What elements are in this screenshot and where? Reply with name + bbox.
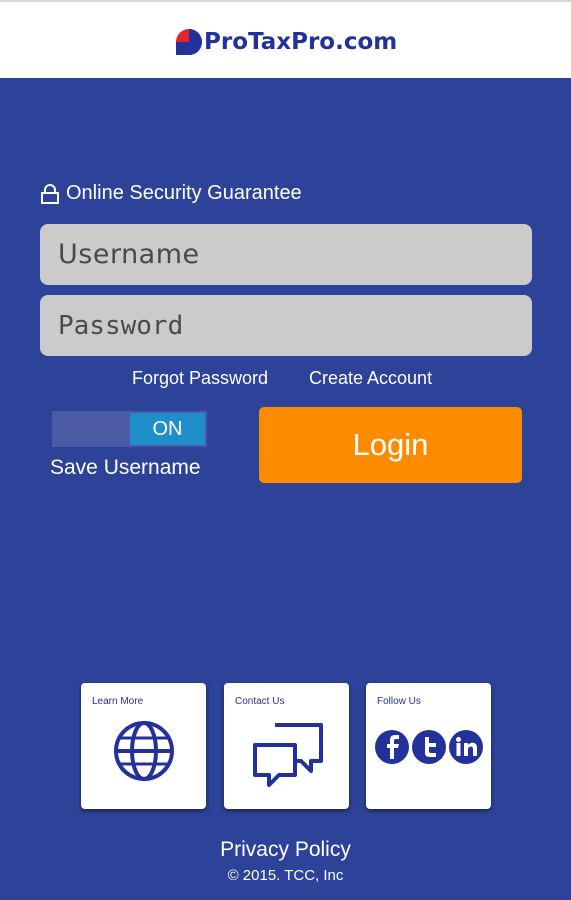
password-input[interactable] (56, 309, 532, 342)
logo-text: ProTaxPro.com (204, 29, 398, 55)
privacy-policy-link[interactable]: Privacy Policy (0, 838, 571, 862)
chat-icon (253, 723, 323, 787)
logo-mark-icon (176, 29, 202, 55)
logo: ProTaxPro.com (175, 24, 397, 60)
facebook-icon (375, 730, 409, 764)
password-field[interactable] (40, 295, 532, 356)
contact-us-label: Contact Us (235, 696, 285, 707)
toggle-on-label: ON (130, 413, 205, 445)
twitter-icon (412, 730, 446, 764)
forgot-password-link[interactable]: Forgot Password (132, 368, 268, 389)
save-username-label: Save Username (50, 456, 201, 479)
login-panel: Online Security Guarantee Forgot Passwor… (0, 78, 571, 900)
app-header: ProTaxPro.com (0, 0, 571, 78)
social-icons (375, 730, 483, 764)
learn-more-tile[interactable]: Learn More (81, 683, 206, 809)
username-field[interactable] (40, 224, 532, 285)
linkedin-icon (449, 730, 483, 764)
globe-icon (114, 721, 174, 781)
follow-us-tile[interactable]: Follow Us (366, 683, 491, 809)
login-button[interactable]: Login (259, 407, 522, 483)
security-label: Online Security Guarantee (66, 182, 302, 204)
create-account-link[interactable]: Create Account (309, 368, 432, 389)
follow-us-label: Follow Us (377, 696, 421, 707)
username-input[interactable] (56, 238, 532, 271)
contact-us-tile[interactable]: Contact Us (224, 683, 349, 809)
security-guarantee[interactable]: Online Security Guarantee (40, 182, 302, 205)
save-username-toggle[interactable]: ON (52, 411, 207, 447)
lock-icon (41, 183, 59, 204)
copyright-text: © 2015. TCC, Inc (227, 867, 344, 884)
learn-more-label: Learn More (92, 696, 144, 707)
